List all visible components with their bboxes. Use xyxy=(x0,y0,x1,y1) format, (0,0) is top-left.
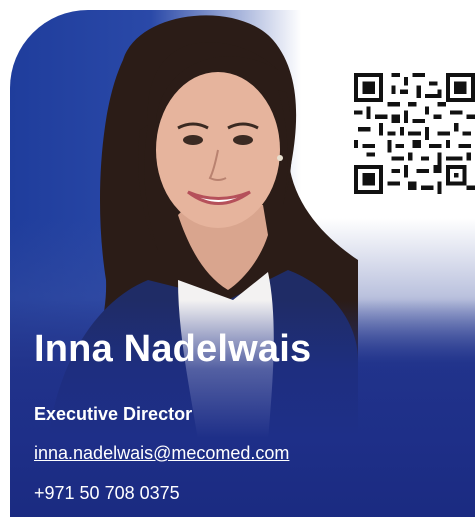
qr-code-icon[interactable] xyxy=(354,73,475,194)
job-title: Executive Director xyxy=(34,404,193,424)
phone-number: +971 50 708 0375 xyxy=(34,483,180,503)
email-link[interactable]: inna.nadelwais@mecomed.com xyxy=(34,443,289,464)
business-card: Inna Nadelwais Executive Director inna.n… xyxy=(0,0,475,517)
person-name: Inna Nadelwais xyxy=(34,328,312,370)
